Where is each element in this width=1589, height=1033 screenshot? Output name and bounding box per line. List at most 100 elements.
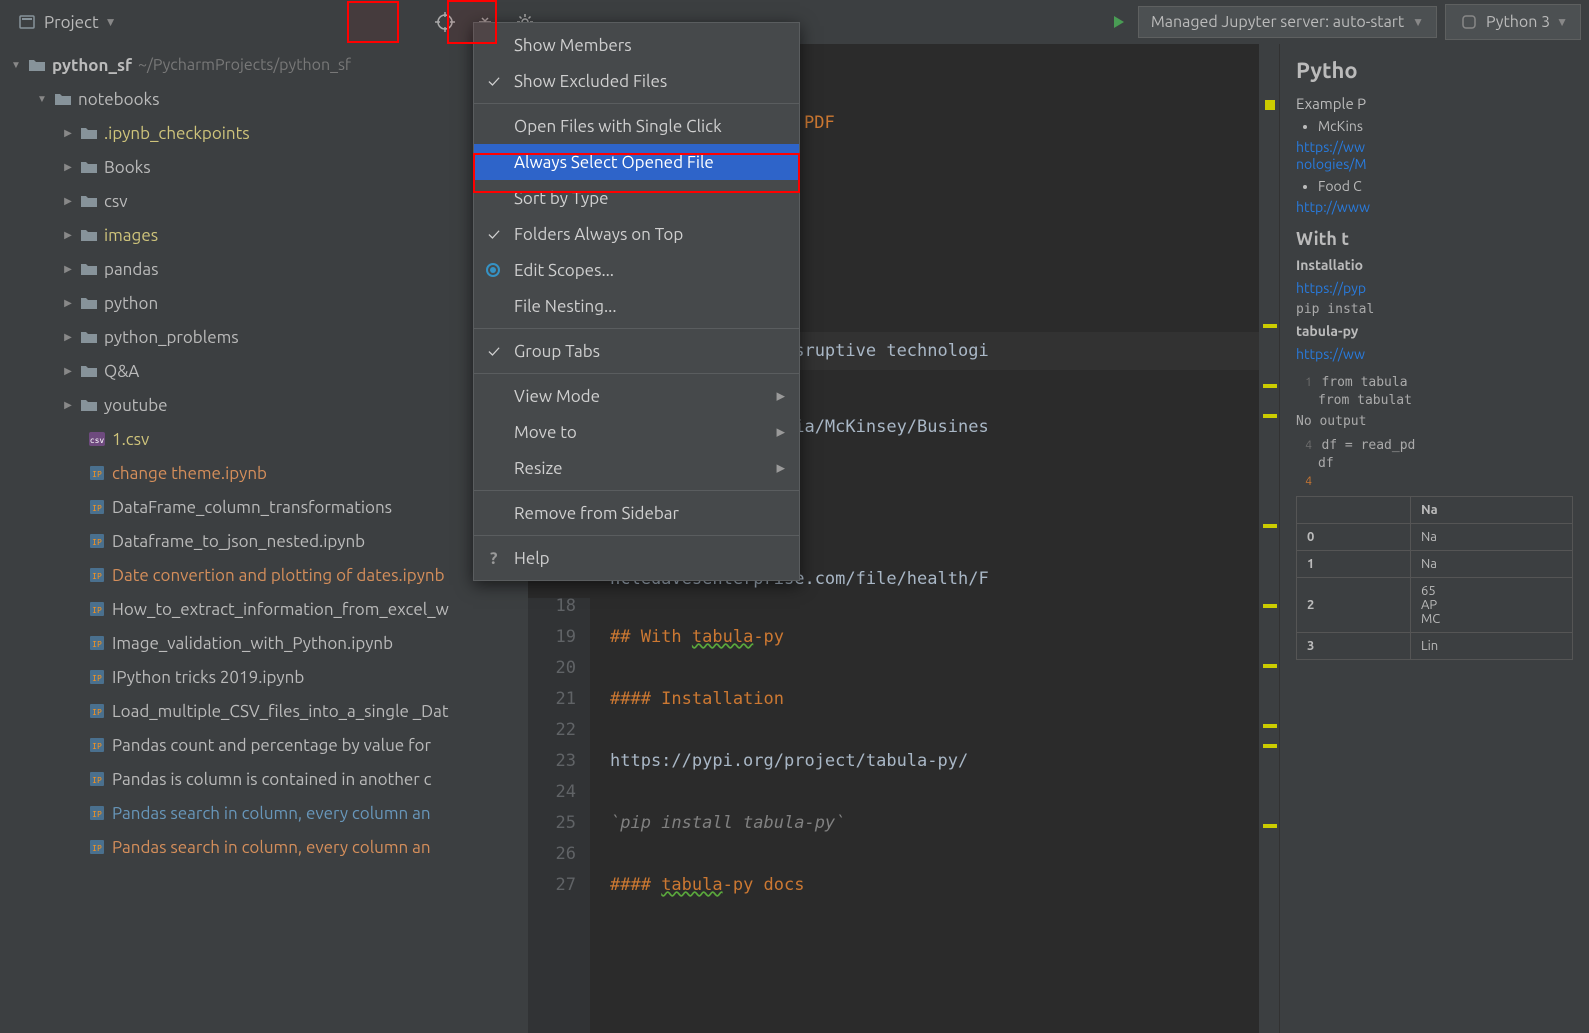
- code-text: `pip install tabula-py`: [610, 813, 845, 833]
- tree-folder[interactable]: ▶youtube: [0, 388, 528, 422]
- ipynb-file-icon: IP: [88, 771, 106, 787]
- expand-icon[interactable]: ▶: [62, 195, 74, 207]
- folder-label: pandas: [104, 260, 158, 279]
- menu-separator: [474, 373, 799, 374]
- tree-folder[interactable]: ▶ pandas: [0, 252, 528, 286]
- menu-item[interactable]: View Mode▸: [474, 378, 799, 414]
- error-stripe[interactable]: [1259, 44, 1279, 1033]
- code-text: #### Installation: [610, 689, 784, 709]
- svg-text:IP: IP: [92, 776, 102, 785]
- code-line[interactable]: #### Installation: [610, 684, 1259, 715]
- code-line[interactable]: `pip install tabula-py`: [610, 808, 1259, 839]
- expand-icon[interactable]: ▶: [62, 161, 74, 173]
- tree-folder[interactable]: ▶python: [0, 286, 528, 320]
- code-line[interactable]: ## With tabula-py: [610, 622, 1259, 653]
- tree-file[interactable]: IPDate convertion and plotting of dates.…: [0, 558, 528, 592]
- code-line[interactable]: #### tabula-py docs: [610, 870, 1259, 901]
- tree-file[interactable]: IPPandas search in column, every column …: [0, 830, 528, 864]
- code-line[interactable]: [610, 591, 1259, 622]
- code-line[interactable]: [610, 839, 1259, 870]
- preview-link[interactable]: https://ww: [1296, 139, 1365, 155]
- tree-folder[interactable]: ▶.ipynb_checkpoints: [0, 116, 528, 150]
- file-label: 1.csv: [112, 430, 149, 449]
- tree-file[interactable]: IPPandas search in column, every column …: [0, 796, 528, 830]
- radio-icon: [486, 263, 500, 277]
- folder-label: notebooks: [78, 90, 159, 109]
- svg-text:IP: IP: [92, 640, 102, 649]
- code-text: -py docs: [723, 875, 805, 895]
- menu-item[interactable]: ✓Show Excluded Files: [474, 63, 799, 99]
- expand-icon[interactable]: ▶: [62, 229, 74, 241]
- target-icon[interactable]: [434, 11, 456, 33]
- tree-folder[interactable]: ▶python_problems: [0, 320, 528, 354]
- tree-folder[interactable]: ▶images: [0, 218, 528, 252]
- code-line[interactable]: https://pypi.org/project/tabula-py/: [610, 746, 1259, 777]
- tree-file[interactable]: csv1.csv: [0, 422, 528, 456]
- folder-icon: [80, 398, 98, 412]
- tree-file[interactable]: IPLoad_multiple_CSV_files_into_a_single …: [0, 694, 528, 728]
- project-dropdown[interactable]: Project ▼: [8, 7, 125, 37]
- expand-icon[interactable]: ▶: [62, 365, 74, 377]
- menu-item[interactable]: Show Members: [474, 27, 799, 63]
- tree-file[interactable]: IPDataframe_to_json_nested.ipynb: [0, 524, 528, 558]
- menu-item[interactable]: Open Files with Single Click: [474, 108, 799, 144]
- menu-item[interactable]: ✓Folders Always on Top: [474, 216, 799, 252]
- tree-file[interactable]: IPDataFrame_column_transformations: [0, 490, 528, 524]
- code-line[interactable]: [610, 777, 1259, 808]
- menu-item[interactable]: Edit Scopes...: [474, 252, 799, 288]
- tree-folder[interactable]: ▶csv: [0, 184, 528, 218]
- project-tree[interactable]: ▼ python_sf ~/PycharmProjects/python_sf …: [0, 44, 528, 1033]
- marker-icon: [1263, 664, 1277, 668]
- tree-file[interactable]: IPPandas count and percentage by value f…: [0, 728, 528, 762]
- code-text: tabula: [692, 627, 753, 647]
- check-icon: ✓: [488, 72, 500, 91]
- settings-context-menu[interactable]: Show Members✓Show Excluded Files Open Fil…: [473, 22, 800, 581]
- folder-label: Books: [104, 158, 151, 177]
- expand-icon[interactable]: ▼: [36, 93, 48, 105]
- preview-table: Na 0 Na 1 Na 2 65 AP MC 3 Lin: [1296, 496, 1573, 660]
- preview-link[interactable]: https://ww: [1296, 346, 1365, 362]
- menu-item[interactable]: File Nesting...: [474, 288, 799, 324]
- menu-item[interactable]: Always Select Opened File: [474, 144, 799, 180]
- tree-file[interactable]: IPHow_to_extract_information_from_excel_…: [0, 592, 528, 626]
- expand-icon[interactable]: ▶: [62, 297, 74, 309]
- folder-icon: [80, 330, 98, 344]
- expand-icon[interactable]: ▶: [62, 331, 74, 343]
- tree-folder[interactable]: ▶ Books: [0, 150, 528, 184]
- folder-label: Q&A: [104, 362, 139, 381]
- menu-item[interactable]: ?Help: [474, 540, 799, 576]
- preview-link[interactable]: nologies/M: [1296, 156, 1367, 172]
- marker-icon: [1263, 744, 1277, 748]
- menu-item[interactable]: Move to▸: [474, 414, 799, 450]
- jupyter-server-dropdown[interactable]: Managed Jupyter server: auto-start ▼: [1138, 6, 1437, 38]
- preview-code: from tabula: [1321, 375, 1407, 390]
- menu-item[interactable]: ✓Group Tabs: [474, 333, 799, 369]
- tree-folder-notebooks[interactable]: ▼ notebooks: [0, 82, 528, 116]
- project-label: Project: [44, 13, 99, 32]
- marker-icon: [1263, 324, 1277, 328]
- run-icon[interactable]: [1108, 11, 1130, 33]
- expand-icon[interactable]: ▶: [62, 127, 74, 139]
- tree-file[interactable]: IPPandas is column is contained in anoth…: [0, 762, 528, 796]
- tree-folder[interactable]: ▶ Q&A: [0, 354, 528, 388]
- menu-item[interactable]: Remove from Sidebar: [474, 495, 799, 531]
- tree-file[interactable]: IPIPython tricks 2019.ipynb: [0, 660, 528, 694]
- preview-pane[interactable]: Pytho Example P McKins https://ww nologi…: [1279, 44, 1589, 1033]
- tree-file[interactable]: IPchange theme.ipynb: [0, 456, 528, 490]
- expand-icon[interactable]: ▼: [10, 59, 22, 71]
- preview-link[interactable]: https://pyp: [1296, 280, 1366, 296]
- tree-root[interactable]: ▼ python_sf ~/PycharmProjects/python_sf: [0, 48, 528, 82]
- tree-file[interactable]: IPImage_validation_with_Python.ipynb: [0, 626, 528, 660]
- expand-icon[interactable]: ▶: [62, 399, 74, 411]
- menu-item[interactable]: Resize▸: [474, 450, 799, 486]
- svg-text:IP: IP: [92, 810, 102, 819]
- code-line[interactable]: [610, 653, 1259, 684]
- marker-icon: [1263, 824, 1277, 828]
- preview-heading: With t: [1296, 229, 1573, 249]
- line-number: 25: [528, 808, 576, 839]
- expand-icon[interactable]: ▶: [62, 263, 74, 275]
- code-line[interactable]: [610, 715, 1259, 746]
- python-interpreter-dropdown[interactable]: Python 3 ▼: [1445, 4, 1581, 40]
- menu-item[interactable]: Sort by Type: [474, 180, 799, 216]
- preview-link[interactable]: http://www: [1296, 199, 1370, 215]
